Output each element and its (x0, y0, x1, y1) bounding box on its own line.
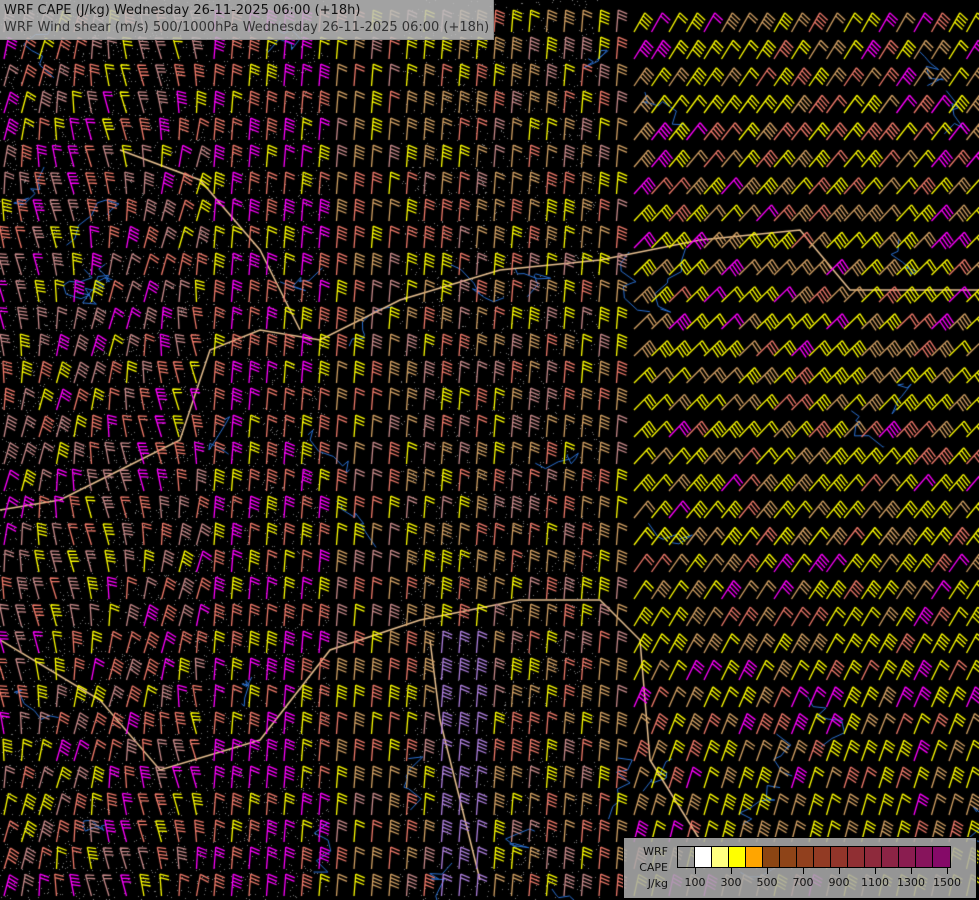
legend-swatch (712, 847, 729, 867)
legend-tick-mark (839, 868, 840, 874)
legend-swatch (797, 847, 814, 867)
legend-swatch (831, 847, 848, 867)
weather-map: WRF CAPE (J/kg) Wednesday 26-11-2025 06:… (0, 0, 979, 900)
legend-swatch (882, 847, 899, 867)
wind-shear-title: WRF Wind shear (m/s) 500/1000hPa Wednesd… (4, 20, 490, 35)
legend-swatch (814, 847, 831, 867)
cape-title: WRF CAPE (J/kg) Wednesday 26-11-2025 06:… (4, 3, 361, 18)
legend-tick-mark (767, 868, 768, 874)
legend-tick-label: 700 (792, 876, 814, 889)
legend-tick-label: 1500 (933, 876, 961, 889)
legend-ticks: 100 300 500 700 900 1100 1300 1500 (677, 868, 977, 894)
legend-swatch (729, 847, 746, 867)
legend-swatch (746, 847, 763, 867)
legend-swatch (763, 847, 780, 867)
legend-swatch (780, 847, 797, 867)
legend-tick-label: 1300 (897, 876, 925, 889)
legend-tick-mark (731, 868, 732, 874)
map-title-box: WRF CAPE (J/kg) Wednesday 26-11-2025 06:… (0, 0, 495, 40)
legend-tick-label: 500 (756, 876, 778, 889)
legend-color-bar (677, 846, 951, 868)
legend-label: WRF CAPE J/kg (630, 844, 668, 892)
legend-tick-label: 100 (684, 876, 706, 889)
legend-tick-mark (803, 868, 804, 874)
legend-tick-mark (875, 868, 876, 874)
legend-tick-label: 300 (720, 876, 742, 889)
wind-barb-layer (0, 0, 979, 900)
legend-swatch (865, 847, 882, 867)
legend-tick-mark (947, 868, 948, 874)
legend-swatch (678, 847, 695, 867)
cape-legend: WRF CAPE J/kg 100 300 500 700 900 1100 1300 150… (623, 837, 977, 899)
legend-swatch (933, 847, 950, 867)
legend-tick-mark (695, 868, 696, 874)
legend-label-wrf: WRF (643, 845, 668, 858)
legend-tick-label: 900 (828, 876, 850, 889)
legend-tick-mark (911, 868, 912, 874)
legend-swatch (695, 847, 712, 867)
legend-swatch (848, 847, 865, 867)
legend-label-unit: J/kg (647, 877, 668, 890)
legend-swatch (916, 847, 933, 867)
legend-tick-label: 1100 (861, 876, 889, 889)
legend-label-cape: CAPE (639, 861, 668, 874)
legend-swatch (899, 847, 916, 867)
